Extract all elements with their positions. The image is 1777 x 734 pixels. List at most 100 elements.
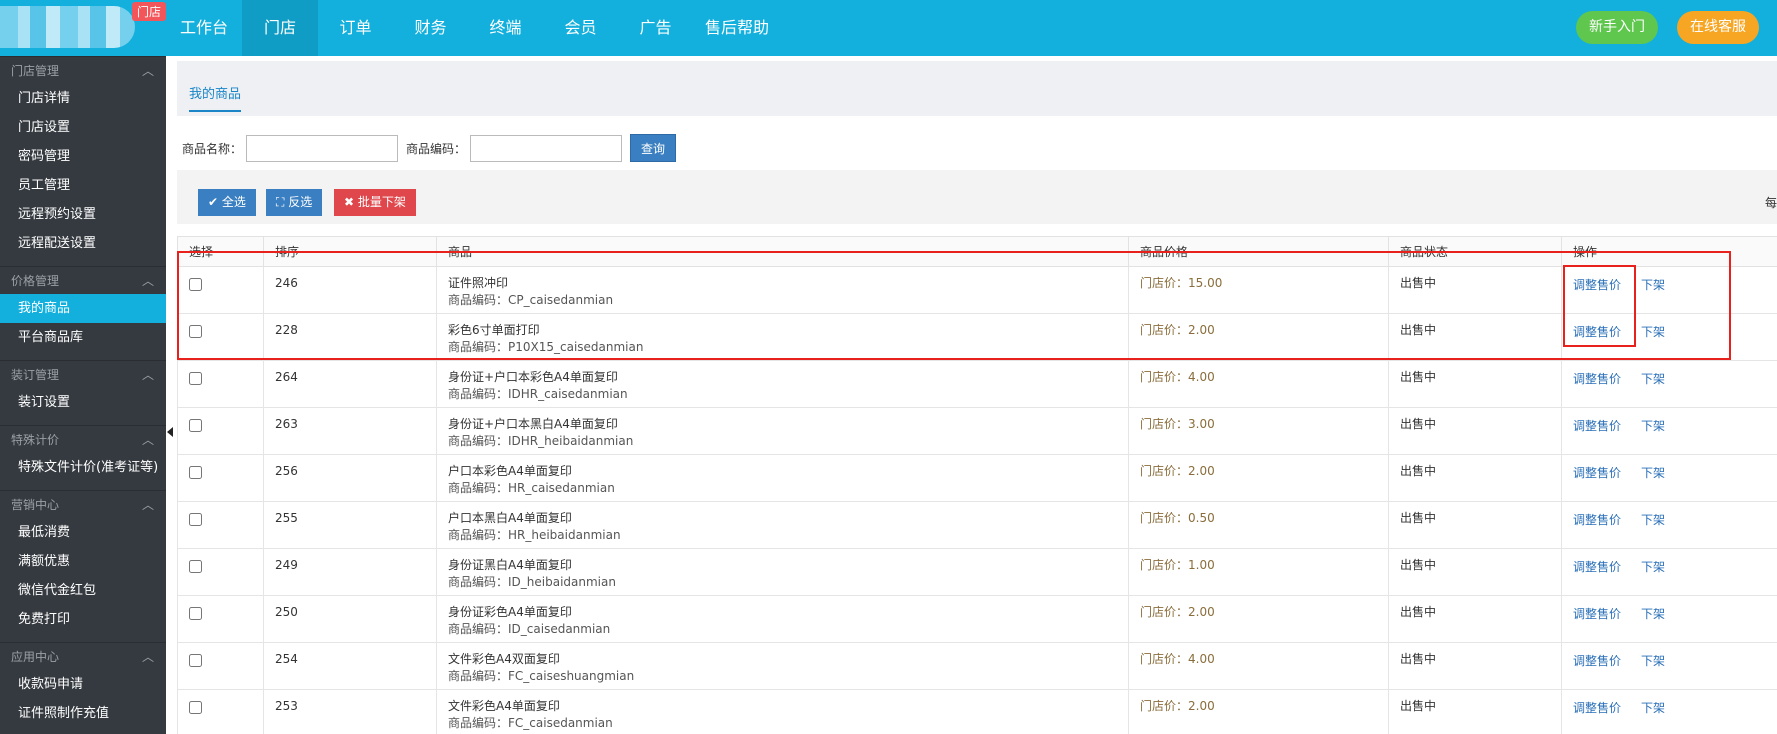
sidebar-section-price[interactable]: 价格管理 ︿ xyxy=(0,266,166,294)
nav-item-members[interactable]: 会员 xyxy=(543,0,618,56)
row-checkbox[interactable] xyxy=(189,607,202,620)
row-checkbox[interactable] xyxy=(189,513,202,526)
nav-item-support[interactable]: 售后帮助 xyxy=(693,0,781,56)
nav-item-finance[interactable]: 财务 xyxy=(393,0,468,56)
off-shelf-link[interactable]: 下架 xyxy=(1641,557,1665,576)
sidebar-item-staff[interactable]: 员工管理 xyxy=(0,171,166,200)
row-checkbox[interactable] xyxy=(189,372,202,385)
sidebar-item-store-settings[interactable]: 门店设置 xyxy=(0,113,166,142)
sidebar-item-binding-settings[interactable]: 装订设置 xyxy=(0,388,166,417)
select-cell xyxy=(177,266,264,314)
query-button[interactable]: 查询 xyxy=(630,134,677,162)
sidebar-item-password[interactable]: 密码管理 xyxy=(0,142,166,171)
order-cell: 256 xyxy=(263,454,437,502)
adjust-price-link[interactable]: 调整售价 xyxy=(1573,463,1621,482)
product-code: 商品编码：CP_caisedanmian xyxy=(448,293,614,307)
product-name: 身份证彩色A4单面复印 xyxy=(448,605,572,619)
adjust-price-link[interactable]: 调整售价 xyxy=(1573,416,1621,435)
nav-item-store[interactable]: 门店 xyxy=(242,0,318,56)
sidebar-item-id-photo-recharge[interactable]: 证件照制作充值 xyxy=(0,699,166,728)
actions-cell: 调整售价 下架 xyxy=(1561,454,1777,502)
adjust-price-link[interactable]: 调整售价 xyxy=(1573,275,1621,294)
adjust-price-link[interactable]: 调整售价 xyxy=(1573,604,1621,623)
nav-item-ads[interactable]: 广告 xyxy=(618,0,693,56)
off-shelf-link[interactable]: 下架 xyxy=(1641,275,1665,294)
nav-item-terminal[interactable]: 终端 xyxy=(468,0,543,56)
product-name: 身份证+户口本彩色A4单面复印 xyxy=(448,370,618,384)
online-service-button[interactable]: 在线客服 xyxy=(1677,11,1759,44)
batch-off-shelf-button[interactable]: ✖ 批量下架 xyxy=(334,189,416,216)
section-title: 装订管理 xyxy=(11,368,60,382)
sidebar-section-marketing[interactable]: 营销中心 ︿ xyxy=(0,490,166,518)
section-title: 营销中心 xyxy=(11,498,60,512)
sidebar-item-platform-products[interactable]: 平台商品库 xyxy=(0,323,166,352)
row-checkbox[interactable] xyxy=(189,654,202,667)
select-all-button[interactable]: ✔ 全选 xyxy=(198,189,256,216)
sidebar-item-my-products[interactable]: 我的商品 xyxy=(0,294,166,323)
status-cell: 出售中 xyxy=(1388,454,1562,502)
invert-selection-button[interactable]: ⛶ 反选 xyxy=(266,189,323,216)
select-cell xyxy=(177,313,264,361)
adjust-price-link[interactable]: 调整售价 xyxy=(1573,557,1621,576)
sidebar-item-free-print[interactable]: 免费打印 xyxy=(0,605,166,634)
sidebar-item-special-file-pricing[interactable]: 特殊文件计价(准考证等) xyxy=(0,453,166,482)
off-shelf-link[interactable]: 下架 xyxy=(1641,463,1665,482)
row-checkbox[interactable] xyxy=(189,325,202,338)
sidebar-item-remote-delivery[interactable]: 远程配送设置 xyxy=(0,229,166,258)
product-name-input[interactable] xyxy=(246,134,399,162)
col-status: 商品状态 xyxy=(1388,236,1562,267)
product-code: 商品编码：ID_caisedanmian xyxy=(448,622,611,636)
actions-cell: 调整售价 下架 xyxy=(1561,642,1777,690)
off-shelf-link[interactable]: 下架 xyxy=(1641,698,1665,717)
sidebar-collapse-icon[interactable] xyxy=(167,427,173,437)
nav-item-workbench[interactable]: 工作台 xyxy=(166,0,242,56)
sidebar-item-qr-apply[interactable]: 收款码申请 xyxy=(0,670,166,699)
newbie-guide-button[interactable]: 新手入门 xyxy=(1576,11,1658,44)
product-code-input[interactable] xyxy=(470,134,623,162)
row-checkbox[interactable] xyxy=(189,419,202,432)
off-shelf-link[interactable]: 下架 xyxy=(1641,604,1665,623)
price-cell: 门店价：1.00 xyxy=(1128,548,1389,596)
product-name: 户口本彩色A4单面复印 xyxy=(448,464,572,478)
sidebar-section-special-pricing[interactable]: 特殊计价 ︿ xyxy=(0,425,166,453)
row-checkbox[interactable] xyxy=(189,466,202,479)
table-row: 263 身份证+户口本黑白A4单面复印 商品编码：IDHR_heibaidanmia… xyxy=(177,407,1777,455)
logo[interactable]: 门店 xyxy=(0,0,166,56)
off-shelf-link[interactable]: 下架 xyxy=(1641,416,1665,435)
adjust-price-link[interactable]: 调整售价 xyxy=(1573,510,1621,529)
off-shelf-link[interactable]: 下架 xyxy=(1641,369,1665,388)
off-shelf-link[interactable]: 下架 xyxy=(1641,651,1665,670)
sidebar-section-apps[interactable]: 应用中心 ︿ xyxy=(0,642,166,670)
row-checkbox[interactable] xyxy=(189,560,202,573)
order-cell: 253 xyxy=(263,689,437,734)
product-code: 商品编码：HR_caisedanmian xyxy=(448,481,615,495)
off-shelf-link[interactable]: 下架 xyxy=(1641,322,1665,341)
product-cell: 文件彩色A4单面复印 商品编码：FC_caisedanmian xyxy=(436,689,1129,734)
product-cell: 身份证彩色A4单面复印商品编码：ID_caisedanmian xyxy=(436,595,1129,643)
tab-my-products[interactable]: 我的商品 xyxy=(189,83,242,112)
sidebar-item-full-discount[interactable]: 满额优惠 xyxy=(0,547,166,576)
select-cell xyxy=(177,595,264,643)
sidebar-item-min-spend[interactable]: 最低消费 xyxy=(0,518,166,547)
adjust-price-link[interactable]: 调整售价 xyxy=(1573,698,1621,717)
status-cell: 出售中 xyxy=(1388,313,1562,361)
sidebar-item-store-details[interactable]: 门店详情 xyxy=(0,84,166,113)
sidebar-item-wechat-coupon[interactable]: 微信代金红包 xyxy=(0,576,166,605)
nav-item-orders[interactable]: 订单 xyxy=(318,0,393,56)
status-cell: 出售中 xyxy=(1388,360,1562,408)
row-checkbox[interactable] xyxy=(189,701,202,714)
row-checkbox[interactable] xyxy=(189,278,202,291)
sidebar-section-store[interactable]: 门店管理 ︿ xyxy=(0,56,166,84)
sidebar-section-binding[interactable]: 装订管理 ︿ xyxy=(0,360,166,388)
actions-cell: 调整售价 下架 xyxy=(1561,266,1777,314)
table-header: 选择 排序 商品 商品价格 商品状态 操作 xyxy=(177,236,1777,267)
select-cell xyxy=(177,501,264,549)
adjust-price-link[interactable]: 调整售价 xyxy=(1573,369,1621,388)
sidebar-item-remote-booking[interactable]: 远程预约设置 xyxy=(0,200,166,229)
adjust-price-link[interactable]: 调整售价 xyxy=(1573,651,1621,670)
table-row: 264 身份证+户口本彩色A4单面复印 商品编码：IDHR_caisedanmian… xyxy=(177,360,1777,408)
tab-bar: 我的商品 xyxy=(177,61,1777,116)
product-code: 商品编码：P10X15_caisedanmian xyxy=(448,340,644,354)
adjust-price-link[interactable]: 调整售价 xyxy=(1573,322,1621,341)
off-shelf-link[interactable]: 下架 xyxy=(1641,510,1665,529)
